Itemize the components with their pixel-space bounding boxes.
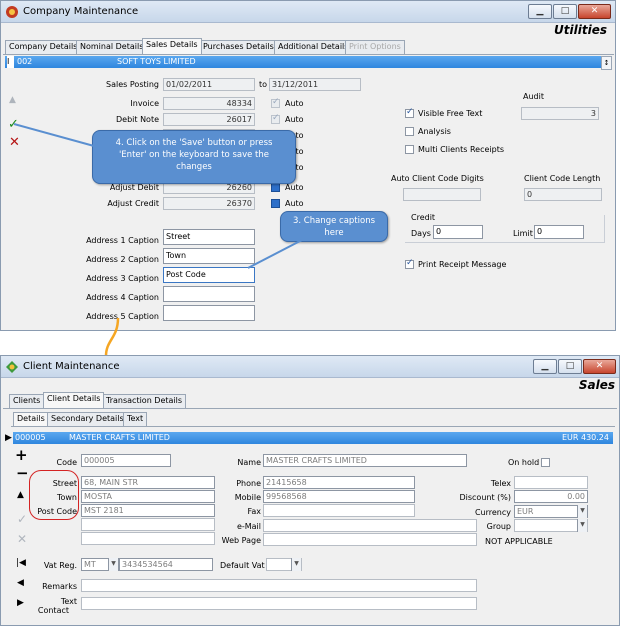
town-input[interactable]: MOSTA — [81, 490, 215, 503]
fax-label: Fax — [247, 507, 261, 516]
minimize-icon: ▁ — [541, 361, 549, 371]
client-window-title: Client Maintenance — [23, 361, 120, 372]
post-check-icon[interactable]: ✓ — [17, 513, 27, 525]
client-minimize-button[interactable]: ▁ — [533, 359, 557, 374]
chevron-down-icon: ▼ — [111, 560, 116, 567]
name-label: Name — [237, 458, 261, 467]
add-record-icon[interactable]: + — [15, 448, 28, 463]
post-code-input[interactable]: MST 2181 — [81, 504, 215, 517]
contact-label: Contact — [37, 606, 69, 615]
currency-dropdown-button[interactable]: ▼ — [577, 505, 587, 518]
post-code-label: Post Code — [37, 507, 77, 516]
mobile-label: Mobile — [234, 493, 261, 502]
maximize-icon: □ — [565, 361, 575, 371]
client-close-button[interactable]: ✕ — [583, 359, 616, 374]
client-record-pointer-icon: ▶ — [5, 433, 12, 443]
web-page-label: Web Page — [221, 536, 261, 545]
previous-record-icon[interactable]: ◀ — [17, 578, 24, 589]
chevron-down-icon: ▼ — [580, 507, 585, 514]
vat-reg-label: Vat Reg. — [43, 561, 77, 570]
delete-record-icon[interactable]: − — [16, 466, 29, 481]
remarks-input[interactable] — [81, 579, 477, 592]
code-label: Code — [56, 458, 77, 467]
street-label: Street — [52, 479, 77, 488]
tab-sales-details[interactable]: Sales Details — [142, 38, 202, 54]
cancel-edit-icon[interactable]: ✕ — [17, 533, 27, 545]
telex-input[interactable] — [514, 476, 588, 489]
default-vat-dropdown-button[interactable]: ▼ — [291, 558, 301, 571]
email-input[interactable] — [263, 519, 477, 532]
client-maximize-button[interactable]: □ — [558, 359, 582, 374]
street-input[interactable]: 68, MAIN STR — [81, 476, 215, 489]
tab-clients[interactable]: Clients — [9, 394, 45, 408]
client-subtab-divider — [11, 426, 615, 427]
group-label: Group — [486, 522, 511, 531]
code-input[interactable]: 000005 — [81, 454, 171, 467]
on-hold-label: On hold — [508, 458, 540, 467]
client-maintenance-window: Client Maintenance ▁ □ ✕ Sales Clients C… — [0, 355, 620, 626]
client-record-balance: EUR 430.24 — [561, 433, 609, 442]
subtab-secondary-details[interactable]: Secondary Details — [47, 412, 128, 426]
group-description: NOT APPLICABLE — [485, 537, 553, 546]
text-label: Text — [60, 597, 77, 606]
group-dropdown-button[interactable]: ▼ — [577, 519, 587, 532]
address-5-input[interactable] — [81, 532, 215, 545]
on-hold-checkbox[interactable] — [541, 458, 550, 467]
client-record-code: 000005 — [15, 433, 46, 442]
discount-label: Discount (%) — [459, 493, 511, 502]
fax-input[interactable] — [263, 504, 415, 517]
telex-label: Telex — [490, 479, 511, 488]
vat-country-dropdown-button[interactable]: ▼ — [108, 558, 118, 571]
remarks-label: Remarks — [42, 582, 77, 591]
client-app-icon — [6, 361, 18, 373]
text-input[interactable] — [81, 597, 477, 610]
subtab-text[interactable]: Text — [123, 412, 148, 426]
first-record-icon[interactable]: |◀ — [16, 558, 26, 569]
client-title-bar[interactable]: Client Maintenance ▁ □ ✕ — [1, 356, 619, 378]
name-input[interactable]: MASTER CRAFTS LIMITED — [263, 454, 467, 467]
web-page-input[interactable] — [263, 533, 477, 546]
tab-client-details[interactable]: Client Details — [43, 392, 105, 408]
currency-label: Currency — [474, 508, 511, 517]
client-module-heading: Sales — [578, 378, 615, 392]
phone-label: Phone — [236, 479, 261, 488]
vat-number-input[interactable]: 3434534564 — [119, 558, 213, 571]
chevron-down-icon: ▼ — [294, 560, 299, 567]
default-vat-label: Default Vat — [220, 561, 265, 570]
close-icon: ✕ — [595, 361, 604, 371]
address-4-input[interactable] — [81, 518, 215, 531]
mobile-input[interactable]: 99568568 — [263, 490, 415, 503]
edit-up-icon[interactable]: ▲ — [17, 490, 24, 501]
town-label: Town — [56, 493, 77, 502]
client-tab-divider — [3, 408, 617, 409]
discount-input[interactable]: 0.00 — [514, 490, 588, 503]
subtab-details[interactable]: Details — [13, 412, 49, 426]
tab-transaction-details[interactable]: Transaction Details — [102, 394, 187, 408]
chevron-down-icon: ▼ — [580, 521, 585, 528]
phone-input[interactable]: 21415658 — [263, 476, 415, 489]
email-label: e-Mail — [236, 522, 261, 531]
client-record-row[interactable]: ▶ 000005 MASTER CRAFTS LIMITED EUR 430.2… — [5, 432, 613, 444]
client-record-name: MASTER CRAFTS LIMITED — [69, 433, 170, 442]
